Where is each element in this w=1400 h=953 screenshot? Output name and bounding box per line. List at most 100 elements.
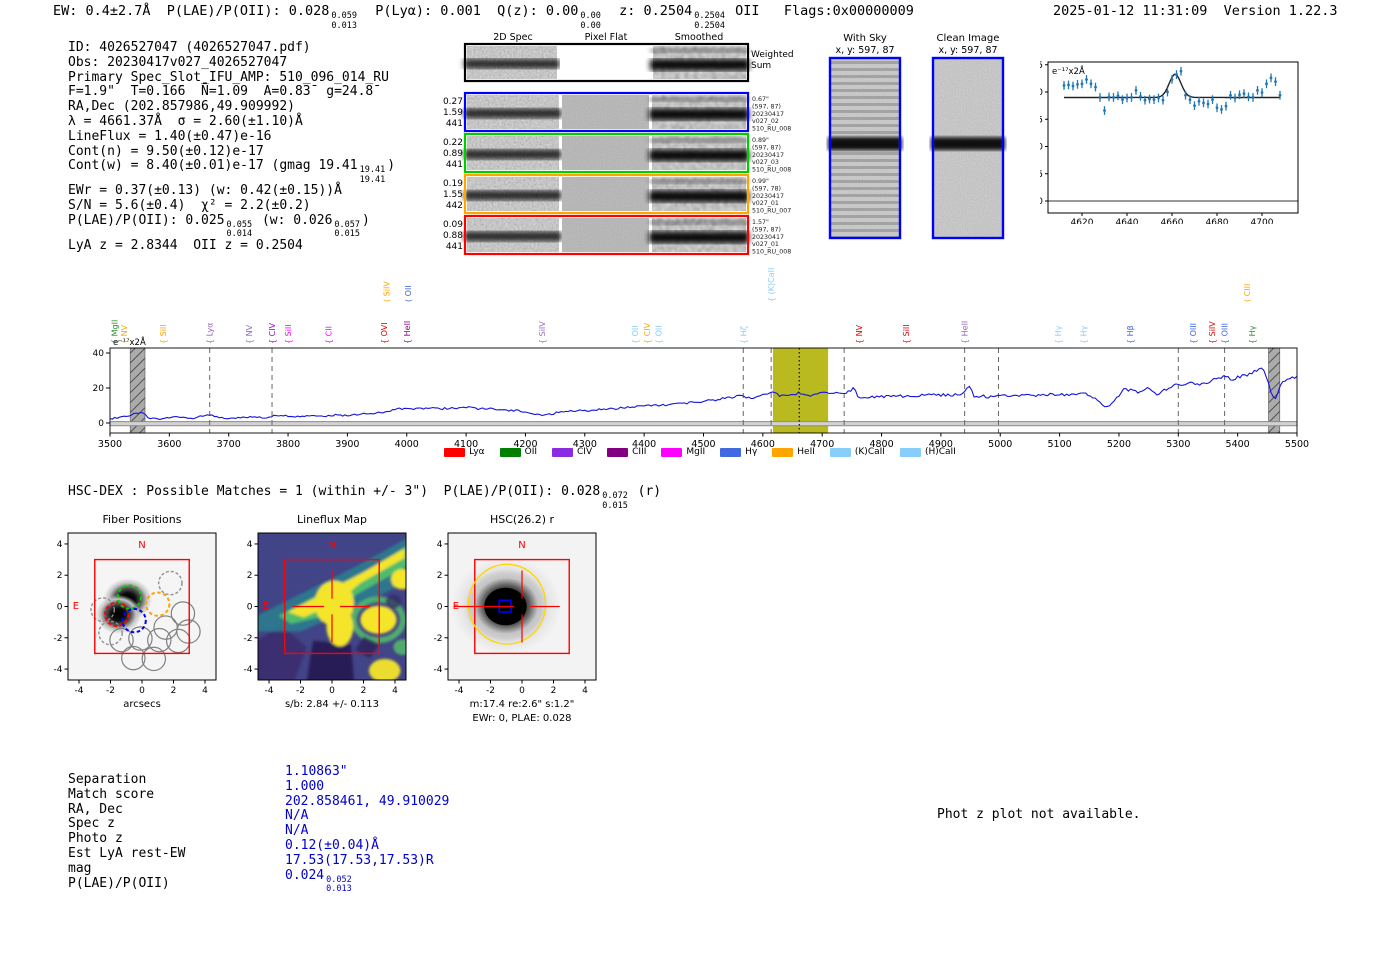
svg-text:0: 0 xyxy=(98,419,104,429)
svg-text:5400: 5400 xyxy=(1226,439,1250,447)
svg-text:5000: 5000 xyxy=(988,439,1012,447)
fiber-id-label: v027_03 xyxy=(752,159,779,166)
plot-xlabel: m:17.4 re:2.6" s:1.2" xyxy=(470,699,575,710)
hsc-image-plot: -4 -4 -2 -2 0 0 2 2 4 4 HSC(26.2) r m:17.4 re:2.6" … xyxy=(434,513,597,724)
svg-text:4620: 4620 xyxy=(1071,218,1094,224)
svg-text:5100: 5100 xyxy=(1048,439,1072,447)
compass-east: E xyxy=(73,601,79,612)
fiber-id-label: v027_01 xyxy=(752,200,779,207)
fiber-weight-label: 0.22 xyxy=(443,138,463,148)
hscdex-match-line: HSC-DEX : Possible Matches = 1 (within +… xyxy=(68,484,662,511)
fiber-weight-label: 1.59 xyxy=(443,108,463,118)
plot-xlabel2: EWr: 0, PLAE: 0.028 xyxy=(472,713,571,724)
panel-xy-label: x, y: 597, 87 xyxy=(835,45,894,56)
emission-line-label: { SiII xyxy=(902,324,911,344)
info-line: λ = 4661.37Å σ = 2.60(±1.10)Å xyxy=(68,113,303,129)
svg-text:4000: 4000 xyxy=(395,439,419,447)
emission-line-label: { CII xyxy=(324,326,333,344)
fiber-weight-label: 0.89 xyxy=(443,149,463,159)
panel-title: Clean Image xyxy=(937,33,1000,44)
svg-text:5: 5 xyxy=(1040,170,1043,180)
svg-text:15: 15 xyxy=(1040,115,1043,125)
weighted-sum-label: Sum xyxy=(751,61,771,71)
svg-text:4: 4 xyxy=(57,540,63,550)
svg-text:5500: 5500 xyxy=(1285,439,1309,447)
fiber-id-label: 510_RU_008 xyxy=(752,249,791,256)
emission-line-label: ( OII xyxy=(404,285,413,302)
plot-xlabel: arcsecs xyxy=(123,699,161,710)
fiber-id-label: v027_01 xyxy=(752,241,779,248)
svg-text:2: 2 xyxy=(437,571,443,581)
svg-text:4: 4 xyxy=(202,686,208,696)
svg-text:-4: -4 xyxy=(455,686,464,696)
fiber-id-label: 510_RU_007 xyxy=(752,208,791,215)
photz-note: Phot z plot not available. xyxy=(937,807,1141,822)
stacked-uncertainty: 0.055 0.014 xyxy=(226,219,253,240)
line-fit-inset-chart: 0 5 10 15 20 25 4620 4640 4660 4680 4700 e⁻¹⁷x2Å xyxy=(1040,61,1299,224)
info-line: RA,Dec (202.857986,49.909992) xyxy=(68,99,295,115)
emission-line-label: { NV xyxy=(120,324,129,344)
svg-text:4660: 4660 xyxy=(1161,218,1184,224)
plot-title: HSC(26.2) r xyxy=(490,513,555,526)
svg-text:0: 0 xyxy=(1040,197,1043,207)
match-field-value: N/A xyxy=(285,823,309,839)
svg-text:4: 4 xyxy=(247,540,253,550)
summary-header: EW: 0.4±2.7Å P(LAE)/P(OII): 0.028 0.059 0.… xyxy=(53,3,914,31)
fiber-id-label: 20230417 xyxy=(752,152,784,159)
fiber-weight-label: 0.19 xyxy=(443,179,463,189)
legend-item: MgII xyxy=(661,447,705,457)
clean-image-panel: Clean Imagex, y: 597, 87 xyxy=(931,33,1005,240)
emission-line-label: { SiII xyxy=(284,324,293,344)
flux-unit-label: e⁻¹⁷x2Å xyxy=(1052,65,1085,77)
svg-text:4: 4 xyxy=(437,540,443,550)
svg-text:4800: 4800 xyxy=(869,439,893,447)
info-line: ID: 4026527047 (4026527047.pdf) xyxy=(68,40,311,55)
legend-swatch xyxy=(720,447,742,457)
emission-line-label: { SiIV xyxy=(1208,321,1217,344)
stacked-uncertainty: 19.41 19.41 xyxy=(359,165,386,185)
fiber-weight-label: 0.88 xyxy=(443,231,463,241)
legend-swatch xyxy=(607,447,629,457)
match-field-value: 17.53(17.53,17.53)R xyxy=(285,852,434,868)
fiber-id-label: 0.67" xyxy=(752,96,769,103)
svg-text:-2: -2 xyxy=(106,686,115,696)
plot-title: Lineflux Map xyxy=(297,513,367,526)
plot-xlabel: s/b: 2.84 +/- 0.113 xyxy=(285,699,379,710)
emission-line-label: { CIV xyxy=(268,322,277,344)
svg-text:4400: 4400 xyxy=(632,439,656,447)
match-field-value: N/A xyxy=(285,808,309,824)
full-spectrum-chart: 0 20 40 3500 3600 3700 3800 3900 4000 4100 4200 430… xyxy=(93,268,1310,447)
svg-text:0: 0 xyxy=(57,603,63,613)
svg-text:-2: -2 xyxy=(296,686,305,696)
fiber-id-label: 1.57" xyxy=(752,219,769,226)
svg-text:0: 0 xyxy=(247,603,253,613)
svg-text:2: 2 xyxy=(171,686,177,696)
match-field-label: Photo z xyxy=(68,831,123,847)
detection-info-block: ID: 4026527047 (4026527047.pdf) Obs: 202… xyxy=(68,40,395,254)
emission-line-label: { SiIV xyxy=(538,321,547,344)
compass-north: N xyxy=(328,540,335,551)
svg-text:4: 4 xyxy=(582,686,588,696)
compass-north: N xyxy=(138,540,145,551)
fiber-weight-label: 441 xyxy=(446,242,463,252)
fiber-weight-label: 0.09 xyxy=(443,220,463,230)
info-line: F=1.9" T=0.16̄6 N̄=1.09 A=0.83̄ g=24.8̄ xyxy=(68,84,374,100)
lineflux-map-plot: -4 -4 -2 -2 0 0 2 2 4 4 Lineflux Map s/b: 2.84 +/- … xyxy=(244,513,407,710)
svg-text:-2: -2 xyxy=(486,686,495,696)
match-field-label: mag xyxy=(68,860,92,876)
svg-text:10: 10 xyxy=(1040,143,1043,153)
elixer-report-page: EW: 0.4±2.7Å P(LAE)/P(OII): 0.028 0.059 0.… xyxy=(0,0,1400,953)
emission-line-label: { MgII xyxy=(111,320,120,344)
info-line: P(LAE)/P(OII): 0.025 0.055 0.014 (w: 0.026… xyxy=(68,212,370,240)
legend-swatch xyxy=(829,447,851,457)
svg-text:-2: -2 xyxy=(54,634,63,644)
emission-line-label: { Hγ xyxy=(1248,325,1257,344)
svg-text:-2: -2 xyxy=(434,634,443,644)
emission-line-label: { NV xyxy=(245,324,254,344)
emission-line-label: ( CIII xyxy=(1243,284,1252,302)
fiber-id-label: 510_RU_008 xyxy=(752,126,791,133)
svg-text:3800: 3800 xyxy=(276,439,300,447)
legend-item: CIII xyxy=(607,447,646,457)
info-line: EWr = 0.37(±0.13) (w: 0.42(±0.15))Å xyxy=(68,183,342,199)
svg-text:4: 4 xyxy=(392,686,398,696)
